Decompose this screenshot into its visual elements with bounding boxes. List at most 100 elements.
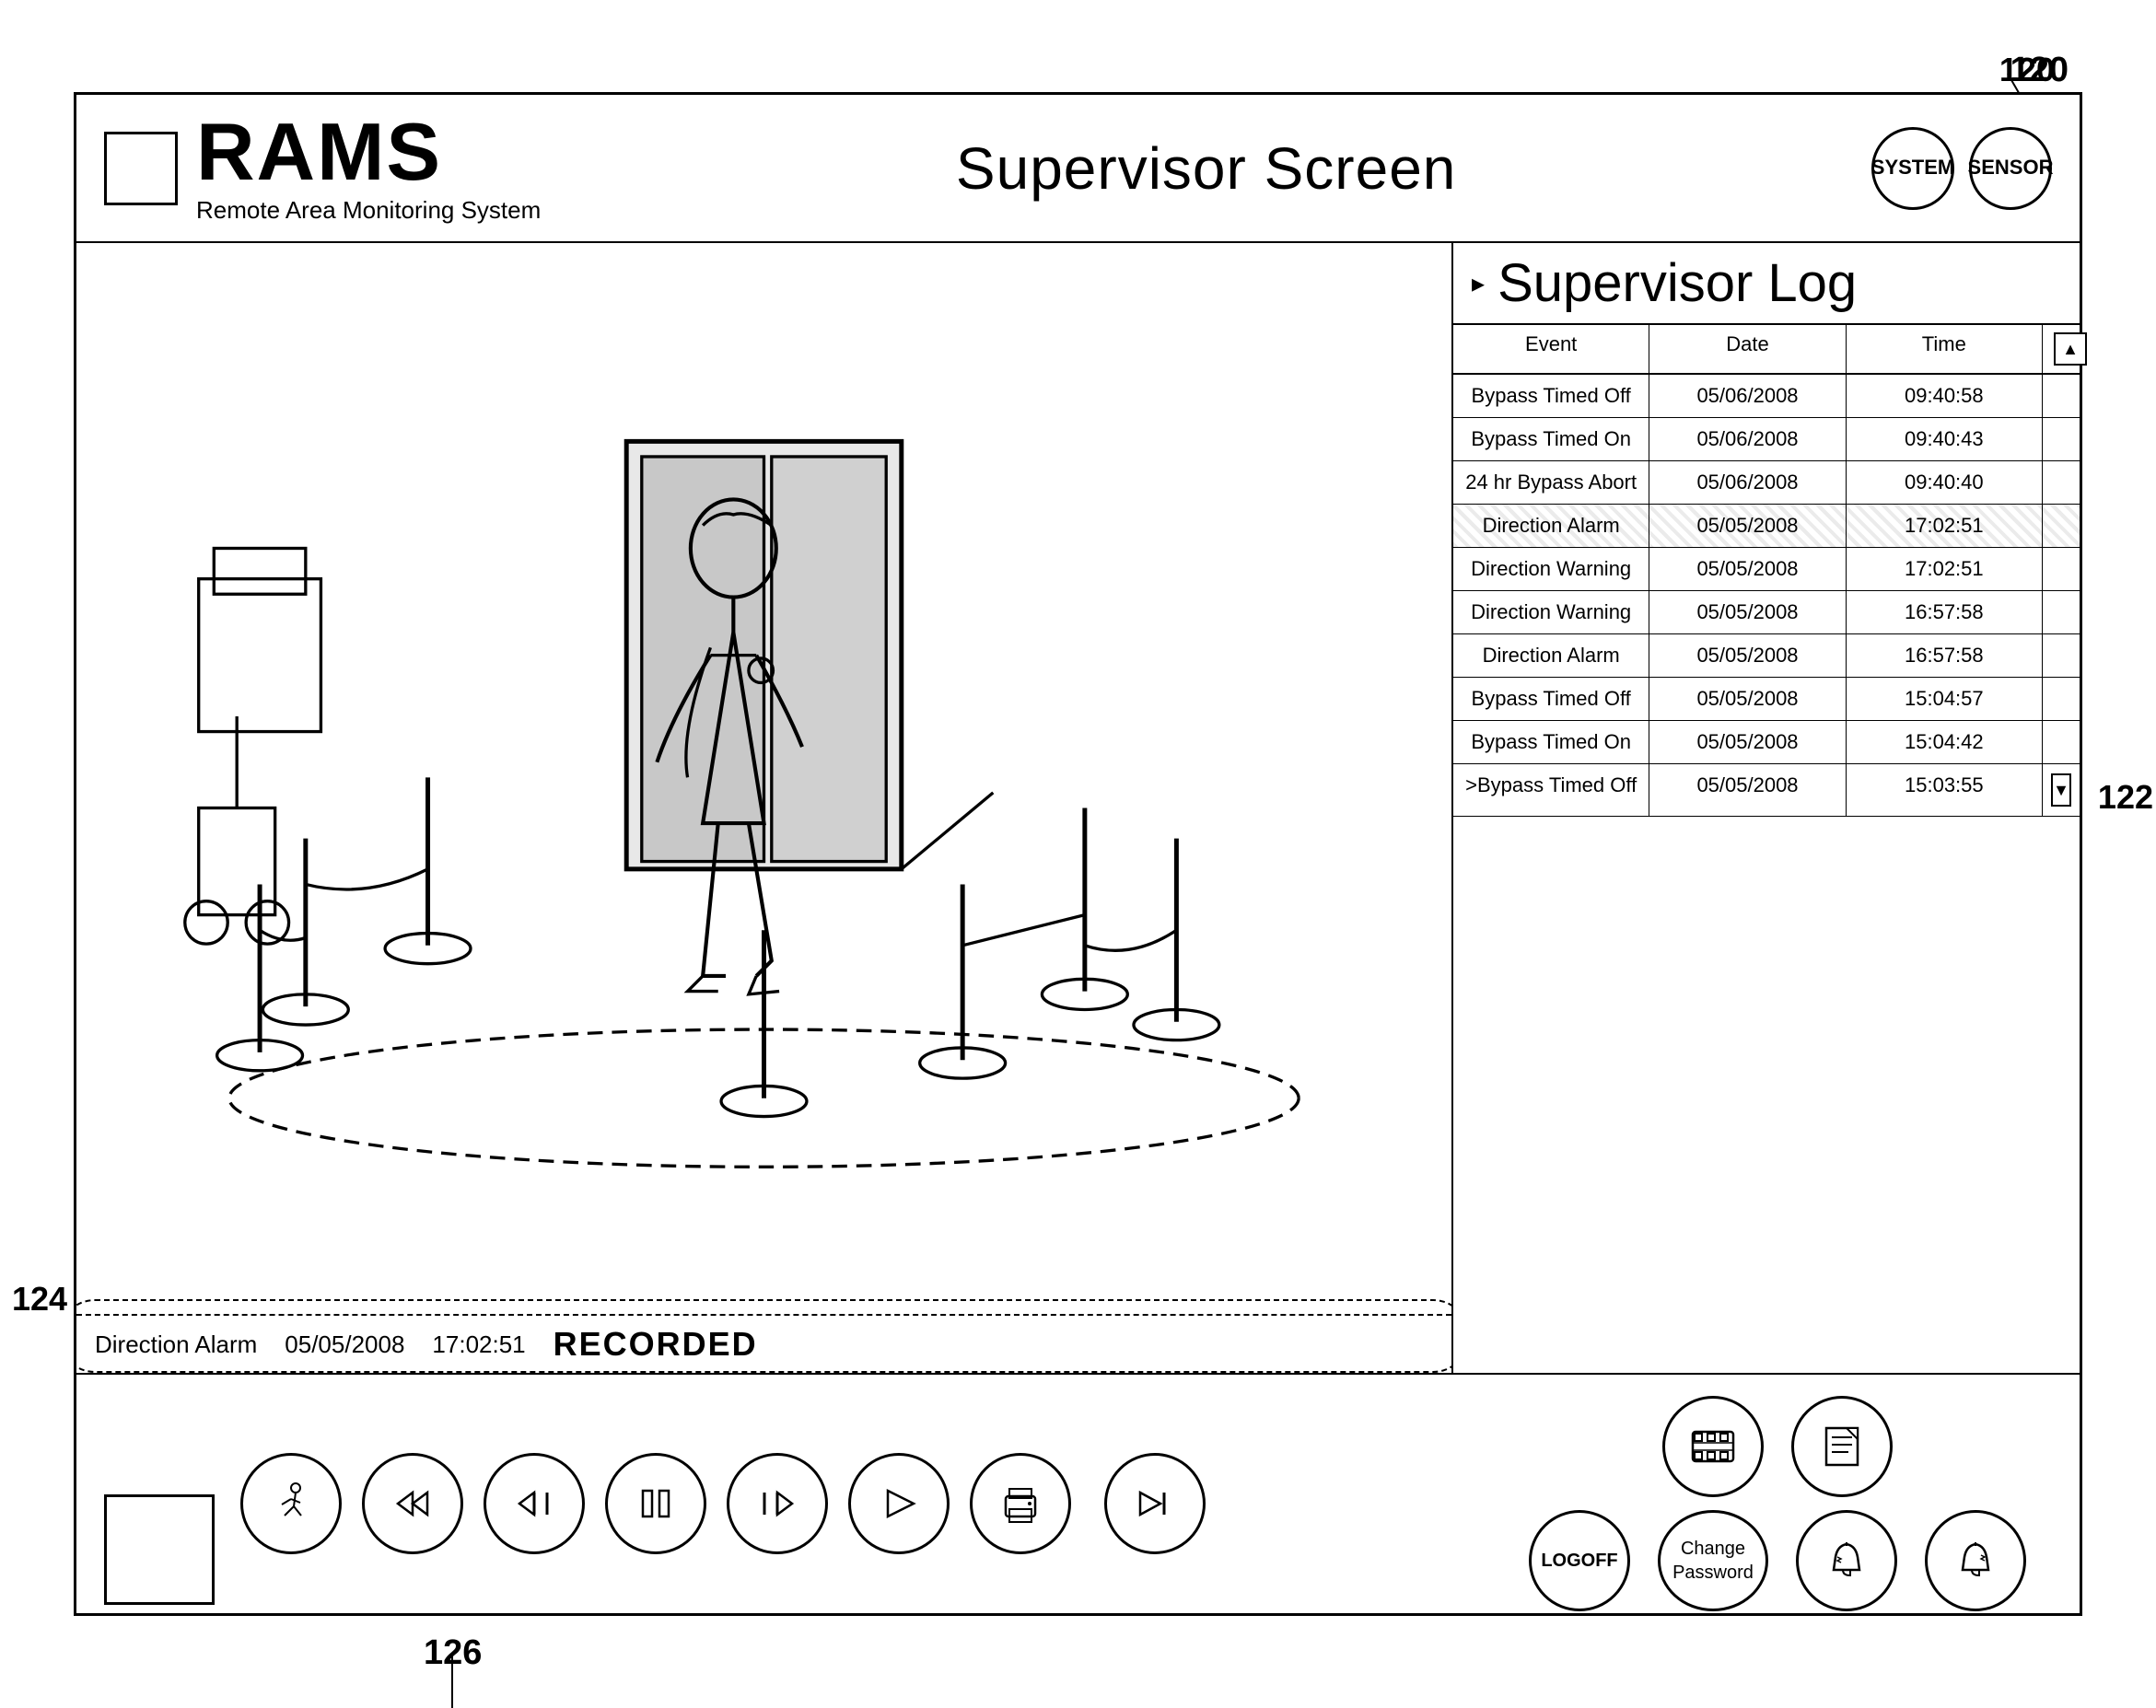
status-time: 17:02:51	[432, 1330, 525, 1359]
right-bottom-controls: LOGOFF ChangePassword	[1521, 1510, 2034, 1611]
log-column-headers: Event Date Time ▲	[1453, 325, 2080, 375]
log-row: 24 hr Bypass Abort05/06/200809:40:40	[1453, 461, 2080, 505]
log-cell-date: 05/05/2008	[1649, 764, 1846, 816]
ref-label-124: 124	[12, 1280, 67, 1319]
log-cell-event: Bypass Timed Off	[1453, 678, 1649, 720]
log-cell-event: >Bypass Timed Off	[1453, 764, 1649, 816]
skip-button[interactable]	[1104, 1453, 1206, 1554]
log-table: Event Date Time ▲ Bypass Timed Off05/06/…	[1453, 325, 2080, 1373]
rams-subtitle: Remote Area Monitoring System	[196, 196, 541, 225]
log-area: ▸ Supervisor Log Event Date Time ▲ Bypas…	[1453, 243, 2080, 1373]
log-row: Bypass Timed Off05/05/200815:04:57	[1453, 678, 2080, 721]
log-cell-date: 05/05/2008	[1649, 505, 1846, 547]
col-time: Time	[1847, 325, 2043, 373]
play-button[interactable]	[848, 1453, 950, 1554]
log-row: Direction Alarm05/05/200817:02:51	[1453, 505, 2080, 548]
log-cell-event: Direction Alarm	[1453, 505, 1649, 547]
log-cell-time: 16:57:58	[1847, 591, 2043, 633]
logo-box	[104, 132, 178, 205]
log-cell-date: 05/05/2008	[1649, 548, 1846, 590]
log-cell-scroll	[2043, 548, 2080, 590]
log-cell-time: 17:02:51	[1847, 548, 2043, 590]
log-cell-date: 05/06/2008	[1649, 375, 1846, 417]
screen-title: Supervisor Screen	[541, 134, 1871, 203]
log-cell-event: Direction Alarm	[1453, 634, 1649, 677]
video-area: Direction Alarm 05/05/2008 17:02:51 RECO…	[76, 243, 1453, 1373]
col-event: Event	[1453, 325, 1649, 373]
ref-126-arrow-line	[451, 1653, 453, 1708]
ref-120: 120	[2010, 51, 2069, 90]
log-cell-date: 05/05/2008	[1649, 634, 1846, 677]
log-cell-time: 16:57:58	[1847, 634, 2043, 677]
change-password-button[interactable]: ChangePassword	[1658, 1510, 1768, 1611]
log-cell-scroll	[2043, 461, 2080, 504]
log-cell-event: 24 hr Bypass Abort	[1453, 461, 1649, 504]
status-recorded: RECORDED	[554, 1325, 758, 1364]
main-frame: RAMS Remote Area Monitoring System Super…	[74, 92, 2082, 1616]
film-button[interactable]	[1662, 1396, 1764, 1497]
logoff-label: LOGOFF	[1541, 1550, 1617, 1572]
step-forward-button[interactable]	[727, 1453, 828, 1554]
col-scroll-up[interactable]: ▲	[2043, 325, 2080, 373]
log-row: Bypass Timed On05/06/200809:40:43	[1453, 418, 2080, 461]
log-cell-date: 05/05/2008	[1649, 591, 1846, 633]
print-button[interactable]	[970, 1453, 1071, 1554]
status-bar: Direction Alarm 05/05/2008 17:02:51 RECO…	[76, 1314, 1451, 1373]
log-cell-scroll: ▼	[2043, 764, 2080, 816]
scene-illustration	[76, 243, 1451, 1373]
log-title: Supervisor Log	[1498, 252, 1857, 314]
step-back-button[interactable]	[484, 1453, 585, 1554]
rams-title: RAMS	[196, 111, 541, 192]
log-cell-event: Bypass Timed On	[1453, 721, 1649, 763]
right-top-controls	[1655, 1396, 1900, 1497]
log-cell-scroll	[2043, 375, 2080, 417]
log-header: ▸ Supervisor Log	[1453, 243, 2080, 325]
log-cell-time: 09:40:40	[1847, 461, 2043, 504]
log-cell-time: 15:04:42	[1847, 721, 2043, 763]
walk-button[interactable]	[240, 1453, 342, 1554]
col-date: Date	[1649, 325, 1846, 373]
main-content: Direction Alarm 05/05/2008 17:02:51 RECO…	[76, 243, 2080, 1375]
log-row: >Bypass Timed Off05/05/200815:03:55▼	[1453, 764, 2080, 817]
rewind-button[interactable]	[362, 1453, 463, 1554]
log-icon: ▸	[1472, 268, 1485, 298]
playback-controls	[233, 1453, 1078, 1554]
bell-button-2[interactable]	[1925, 1510, 2026, 1611]
pause-button[interactable]	[605, 1453, 706, 1554]
header: RAMS Remote Area Monitoring System Super…	[76, 95, 2080, 243]
scroll-up-button[interactable]: ▲	[2054, 332, 2087, 366]
status-event: Direction Alarm	[95, 1330, 257, 1359]
log-cell-time: 15:03:55	[1847, 764, 2043, 816]
log-cell-scroll	[2043, 678, 2080, 720]
log-cell-event: Direction Warning	[1453, 548, 1649, 590]
log-cell-scroll	[2043, 634, 2080, 677]
log-row: Bypass Timed On05/05/200815:04:42	[1453, 721, 2080, 764]
change-password-label: ChangePassword	[1672, 1537, 1754, 1585]
scroll-down-button[interactable]: ▼	[2051, 773, 2071, 807]
system-button[interactable]: SYSTEM	[1871, 127, 1954, 210]
log-cell-scroll	[2043, 418, 2080, 460]
skip-controls	[1097, 1453, 1213, 1554]
bottom-left-box	[104, 1494, 215, 1605]
log-cell-time: 09:40:43	[1847, 418, 2043, 460]
log-cell-time: 17:02:51	[1847, 505, 2043, 547]
log-cell-event: Direction Warning	[1453, 591, 1649, 633]
log-row: Bypass Timed Off05/06/200809:40:58	[1453, 375, 2080, 418]
status-date: 05/05/2008	[285, 1330, 404, 1359]
log-cell-time: 15:04:57	[1847, 678, 2043, 720]
log-cell-date: 05/06/2008	[1649, 418, 1846, 460]
log-cell-event: Bypass Timed Off	[1453, 375, 1649, 417]
document-button[interactable]	[1791, 1396, 1893, 1497]
ref-label-122: 122	[2098, 778, 2153, 817]
right-controls: LOGOFF ChangePassword	[1521, 1396, 2034, 1611]
log-cell-scroll	[2043, 591, 2080, 633]
header-buttons: SYSTEM SENSOR	[1871, 127, 2052, 210]
log-cell-scroll	[2043, 505, 2080, 547]
brand-block: RAMS Remote Area Monitoring System	[196, 111, 541, 225]
log-row: Direction Warning05/05/200817:02:51	[1453, 548, 2080, 591]
log-rows: Bypass Timed Off05/06/200809:40:58Bypass…	[1453, 375, 2080, 817]
sensor-button[interactable]: SENSOR	[1969, 127, 2052, 210]
bell-button-1[interactable]	[1796, 1510, 1897, 1611]
logoff-button[interactable]: LOGOFF	[1529, 1510, 1630, 1611]
bottom-controls: LOGOFF ChangePassword	[76, 1375, 2080, 1632]
